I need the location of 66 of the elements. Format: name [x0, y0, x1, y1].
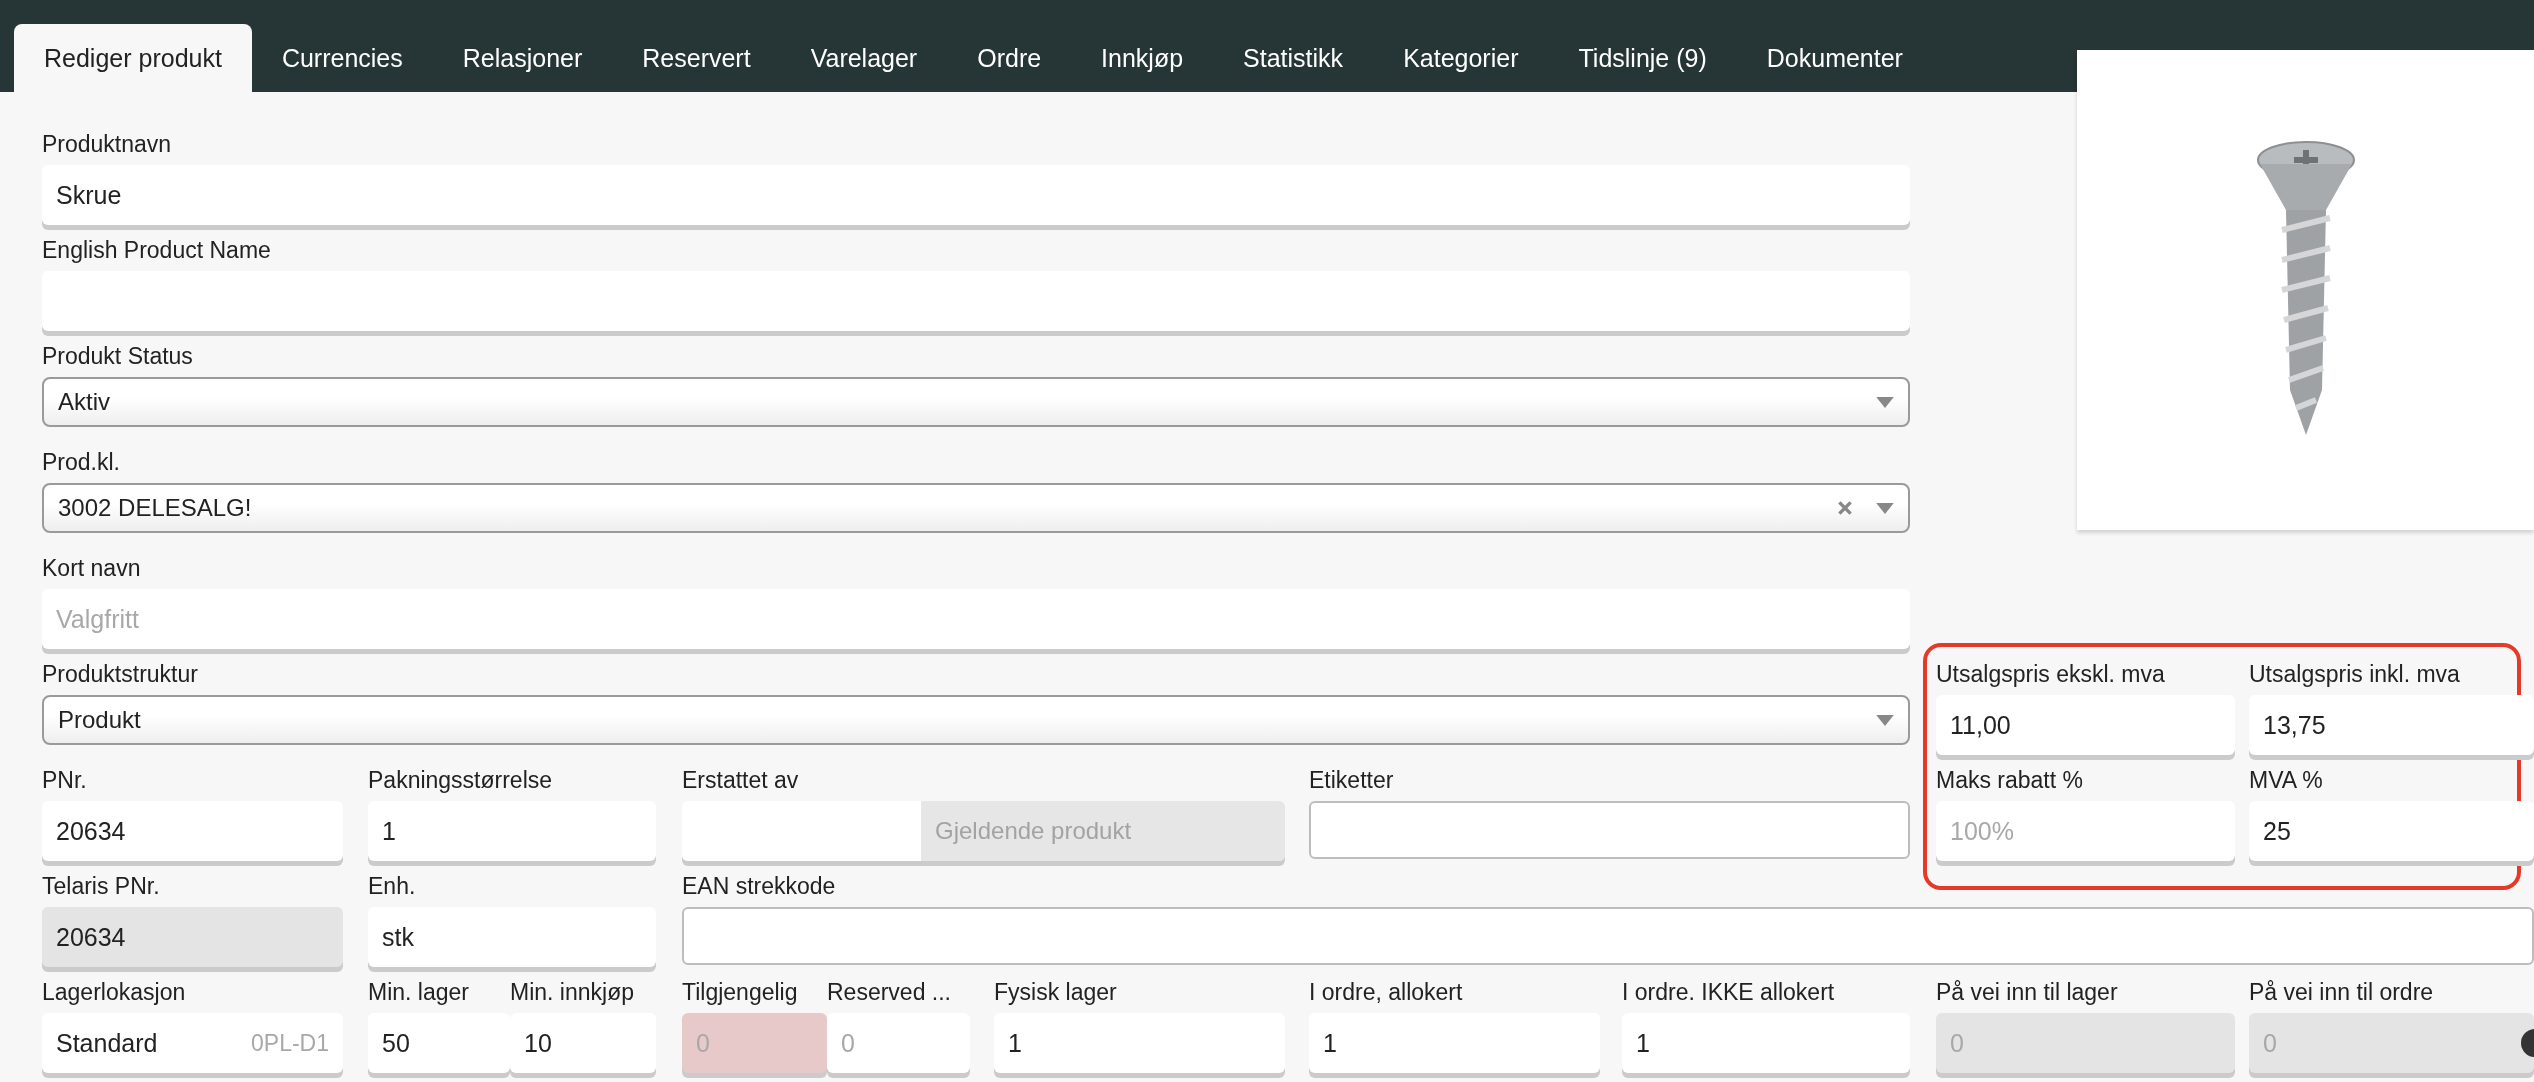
field-label: Enh.	[368, 872, 417, 901]
text-field[interactable]	[42, 271, 1910, 331]
text-field[interactable]: 10	[510, 1013, 656, 1073]
text-field[interactable]: 11,00	[1936, 695, 2235, 755]
addon-label: Gjeldende produkt	[921, 801, 1285, 861]
tab[interactable]: Innkjøp	[1071, 24, 1214, 92]
close-icon[interactable]	[1836, 499, 1854, 517]
caret-icon	[1876, 502, 1894, 514]
tab[interactable]: Currencies	[251, 24, 433, 92]
text-field[interactable]	[1309, 801, 1910, 859]
field-label: Tilgjengelig	[682, 978, 799, 1007]
field-label: Produkt Status	[42, 342, 194, 371]
text-field[interactable]: 50	[368, 1013, 510, 1073]
field-label: MVA %	[2249, 766, 2324, 795]
field-label: Min. innkjøp	[510, 978, 635, 1007]
text-field[interactable]: 1	[1309, 1013, 1600, 1073]
select-field[interactable]: 3002 DELESALG!	[42, 483, 1910, 533]
field-label: Fysisk lager	[994, 978, 1118, 1007]
text-field[interactable]	[682, 907, 2534, 965]
field-label: Utsalgspris inkl. mva	[2249, 660, 2461, 689]
field-label: Min. lager	[368, 978, 470, 1007]
field-label: Reserved ...	[827, 978, 952, 1007]
field-label: Utsalgspris ekskl. mva	[1936, 660, 2166, 689]
text-field[interactable]: 0	[827, 1013, 970, 1073]
text-field[interactable]: 100%	[1936, 801, 2235, 861]
text-field[interactable]: 25	[2249, 801, 2534, 861]
field-label: Erstattet av	[682, 766, 800, 795]
text-field[interactable]	[682, 801, 921, 861]
field-label: EAN strekkode	[682, 872, 837, 901]
text-field[interactable]: 1	[994, 1013, 1285, 1073]
caret-icon	[1876, 714, 1894, 726]
select-field[interactable]: Produkt	[42, 695, 1910, 745]
field-label: I ordre. IKKE allokert	[1622, 978, 1836, 1007]
field-label: På vei inn til ordre	[2249, 978, 2435, 1007]
text-field[interactable]: stk	[368, 907, 656, 967]
field-label: Telaris PNr.	[42, 872, 161, 901]
field-label: Kort navn	[42, 554, 142, 583]
text-field[interactable]: 13,75	[2249, 695, 2534, 755]
field-label: PNr.	[42, 766, 88, 795]
tab[interactable]: Rediger produkt	[14, 24, 252, 92]
text-field[interactable]: Skrue	[42, 165, 1910, 225]
text-field[interactable]: 1	[368, 801, 656, 861]
field-label: Maks rabatt %	[1936, 766, 2084, 795]
text-field[interactable]: 1	[1622, 1013, 1910, 1073]
tab[interactable]: Varelager	[780, 24, 948, 92]
text-field[interactable]: 0	[682, 1013, 827, 1073]
field-label: På vei inn til lager	[1936, 978, 2119, 1007]
tab[interactable]: Kategorier	[1373, 24, 1549, 92]
select-field[interactable]: Aktiv	[42, 377, 1910, 427]
field-label: Prod.kl.	[42, 448, 121, 477]
tab[interactable]: Dokumenter	[1736, 24, 1933, 92]
tab[interactable]: Reservert	[612, 24, 781, 92]
tab[interactable]: Ordre	[947, 24, 1072, 92]
field-label: Etiketter	[1309, 766, 1395, 795]
field-label: Produktnavn	[42, 130, 173, 159]
field-label: Lagerlokasjon	[42, 978, 187, 1007]
field-label: I ordre, allokert	[1309, 978, 1464, 1007]
caret-icon	[1876, 396, 1894, 408]
tab[interactable]: Relasjoner	[432, 24, 613, 92]
field-label: Produktstruktur	[42, 660, 199, 689]
tab[interactable]: Statistikk	[1213, 24, 1374, 92]
text-field[interactable]: Valgfritt	[42, 589, 1910, 649]
text-field[interactable]: 20634	[42, 801, 343, 861]
tab[interactable]: Tidslinje (9)	[1548, 24, 1737, 92]
field-label: Pakningsstørrelse	[368, 766, 554, 795]
field-label: English Product Name	[42, 236, 272, 265]
